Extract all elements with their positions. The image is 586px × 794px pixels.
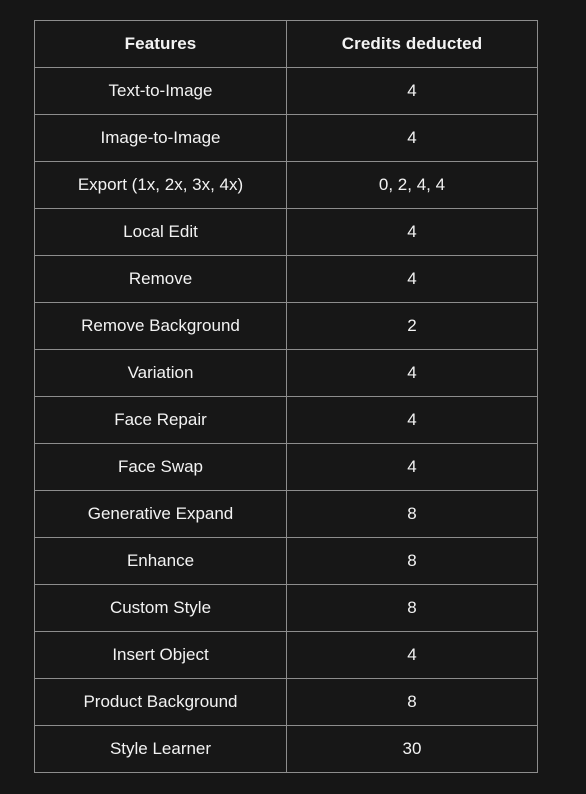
- feature-cell: Local Edit: [34, 208, 287, 256]
- column-header-credits-deducted: Credits deducted: [286, 20, 538, 68]
- credits-cell: 4: [286, 114, 538, 162]
- column-header-features: Features: [34, 20, 287, 68]
- credits-cell: 8: [286, 490, 538, 538]
- feature-cell: Text-to-Image: [34, 67, 287, 115]
- feature-cell: Variation: [34, 349, 287, 397]
- feature-cell: Remove Background: [34, 302, 287, 350]
- table-header-row: Features Credits deducted: [34, 20, 538, 68]
- table-row: Style Learner 30: [34, 725, 538, 773]
- credits-cell: 0, 2, 4, 4: [286, 161, 538, 209]
- credits-table-container: Features Credits deducted Text-to-Image 4…: [34, 20, 538, 773]
- credits-cell: 4: [286, 349, 538, 397]
- table-row: Text-to-Image 4: [34, 67, 538, 115]
- feature-cell: Enhance: [34, 537, 287, 585]
- table-row: Remove 4: [34, 255, 538, 303]
- feature-cell: Export (1x, 2x, 3x, 4x): [34, 161, 287, 209]
- credits-cell: 30: [286, 725, 538, 773]
- credits-cell: 4: [286, 255, 538, 303]
- credits-cell: 4: [286, 443, 538, 491]
- table-row: Generative Expand 8: [34, 490, 538, 538]
- feature-cell: Generative Expand: [34, 490, 287, 538]
- table-row: Insert Object 4: [34, 631, 538, 679]
- credits-cell: 8: [286, 584, 538, 632]
- feature-cell: Style Learner: [34, 725, 287, 773]
- feature-cell: Custom Style: [34, 584, 287, 632]
- credits-cell: 2: [286, 302, 538, 350]
- table-body: Text-to-Image 4 Image-to-Image 4 Export (1x,…: [34, 67, 538, 773]
- page-root: Features Credits deducted Text-to-Image 4…: [0, 0, 586, 794]
- table-row: Face Repair 4: [34, 396, 538, 444]
- feature-cell: Product Background: [34, 678, 287, 726]
- feature-cell: Remove: [34, 255, 287, 303]
- table-header: Features Credits deducted: [34, 20, 538, 68]
- table-row: Image-to-Image 4: [34, 114, 538, 162]
- credits-cell: 8: [286, 678, 538, 726]
- table-row: Variation 4: [34, 349, 538, 397]
- credits-pricing-table: Features Credits deducted Text-to-Image 4…: [34, 20, 538, 773]
- table-row: Local Edit 4: [34, 208, 538, 256]
- feature-cell: Image-to-Image: [34, 114, 287, 162]
- feature-cell: Insert Object: [34, 631, 287, 679]
- credits-cell: 8: [286, 537, 538, 585]
- credits-cell: 4: [286, 208, 538, 256]
- table-row: Product Background 8: [34, 678, 538, 726]
- table-row: Remove Background 2: [34, 302, 538, 350]
- credits-cell: 4: [286, 396, 538, 444]
- credits-cell: 4: [286, 67, 538, 115]
- table-row: Face Swap 4: [34, 443, 538, 491]
- credits-cell: 4: [286, 631, 538, 679]
- feature-cell: Face Repair: [34, 396, 287, 444]
- feature-cell: Face Swap: [34, 443, 287, 491]
- table-row: Enhance 8: [34, 537, 538, 585]
- table-row: Export (1x, 2x, 3x, 4x) 0, 2, 4, 4: [34, 161, 538, 209]
- table-row: Custom Style 8: [34, 584, 538, 632]
